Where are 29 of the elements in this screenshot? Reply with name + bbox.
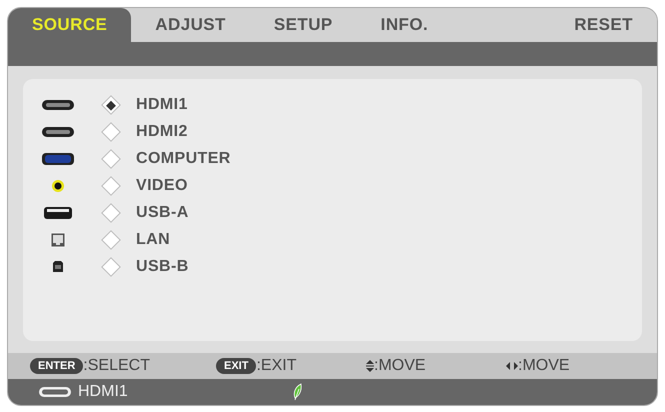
lan-port-icon [51, 232, 65, 246]
menu-tab[interactable]: ADJUST [131, 8, 250, 42]
left-right-arrows-icon [506, 362, 518, 370]
input-label[interactable]: HDMI1 [136, 92, 188, 116]
up-down-arrows-icon [366, 360, 374, 372]
input-label[interactable]: USB-A [136, 200, 189, 224]
key-label: ENTER [30, 358, 84, 374]
menu-tab[interactable]: SOURCE [8, 8, 132, 42]
input-label[interactable]: USB-B [136, 254, 189, 278]
current-source: HDMI1 [78, 382, 128, 402]
input-label[interactable]: VIDEO [136, 174, 188, 198]
hint-text: :SELECT [83, 356, 150, 376]
usb-port-icon [43, 206, 73, 220]
hint-text: :MOVE [518, 356, 570, 376]
vga-port-icon [41, 152, 75, 166]
hint-text: :MOVE [374, 356, 426, 376]
hint-text: :EXIT [256, 356, 296, 376]
usb-port-icon [52, 260, 64, 273]
input-label[interactable]: COMPUTER [136, 146, 231, 170]
rca-port-icon [51, 178, 65, 192]
hdmi-port-icon [38, 386, 72, 398]
key-label: EXIT [216, 358, 256, 374]
hdmi-port-icon [41, 98, 75, 110]
menu-tab[interactable]: RESET [550, 8, 657, 42]
menu-tab[interactable]: SETUP [250, 8, 357, 42]
input-label[interactable]: LAN [136, 228, 170, 252]
menu-tab[interactable]: INFO. [356, 8, 452, 42]
input-label[interactable]: HDMI2 [136, 120, 188, 144]
hdmi-port-icon [41, 126, 75, 138]
